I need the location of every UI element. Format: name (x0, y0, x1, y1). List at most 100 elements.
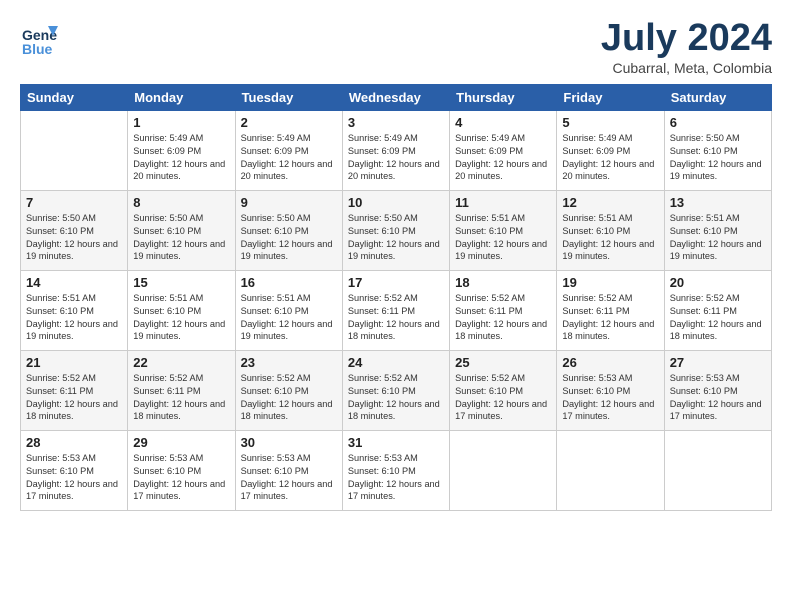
header-thursday: Thursday (450, 84, 557, 110)
day-number: 14 (26, 275, 122, 290)
day-number: 3 (348, 115, 444, 130)
day-info: Sunrise: 5:53 AM Sunset: 6:10 PM Dayligh… (241, 452, 337, 504)
calendar-week-row: 28 Sunrise: 5:53 AM Sunset: 6:10 PM Dayli… (21, 430, 772, 510)
table-row: 4 Sunrise: 5:49 AM Sunset: 6:09 PM Daylig… (450, 110, 557, 190)
day-info: Sunrise: 5:51 AM Sunset: 6:10 PM Dayligh… (455, 212, 551, 264)
table-row: 27Sunrise: 5:53 AM Sunset: 6:10 PM Dayli… (664, 350, 771, 430)
day-number: 28 (26, 435, 122, 450)
day-number: 15 (133, 275, 229, 290)
table-row: 12Sunrise: 5:51 AM Sunset: 6:10 PM Dayli… (557, 190, 664, 270)
table-row: 25 Sunrise: 5:52 AM Sunset: 6:10 PM Dayli… (450, 350, 557, 430)
header-wednesday: Wednesday (342, 84, 449, 110)
day-number: 16 (241, 275, 337, 290)
logo: General Blue (20, 18, 58, 56)
table-row: 7Sunrise: 5:50 AM Sunset: 6:10 PM Daylig… (21, 190, 128, 270)
table-row: 3 Sunrise: 5:49 AM Sunset: 6:09 PM Daylig… (342, 110, 449, 190)
day-number: 25 (455, 355, 551, 370)
day-number: 18 (455, 275, 551, 290)
day-number: 13 (670, 195, 766, 210)
day-info: Sunrise: 5:52 AM Sunset: 6:10 PM Dayligh… (348, 372, 444, 424)
table-row: 16 Sunrise: 5:51 AM Sunset: 6:10 PM Dayli… (235, 270, 342, 350)
table-row (450, 430, 557, 510)
table-row: 28 Sunrise: 5:53 AM Sunset: 6:10 PM Dayli… (21, 430, 128, 510)
header-tuesday: Tuesday (235, 84, 342, 110)
table-row: 5 Sunrise: 5:49 AM Sunset: 6:09 PM Daylig… (557, 110, 664, 190)
table-row: 6 Sunrise: 5:50 AM Sunset: 6:10 PM Daylig… (664, 110, 771, 190)
day-info: Sunrise: 5:49 AM Sunset: 6:09 PM Dayligh… (562, 132, 658, 184)
day-info: Sunrise: 5:53 AM Sunset: 6:10 PM Dayligh… (133, 452, 229, 504)
day-info: Sunrise: 5:51 AM Sunset: 6:10 PM Dayligh… (26, 292, 122, 344)
table-row: 20 Sunrise: 5:52 AM Sunset: 6:11 PM Dayli… (664, 270, 771, 350)
day-number: 26 (562, 355, 658, 370)
day-info: Sunrise: 5:49 AM Sunset: 6:09 PM Dayligh… (455, 132, 551, 184)
table-row: 19 Sunrise: 5:52 AM Sunset: 6:11 PM Dayli… (557, 270, 664, 350)
day-number: 27 (670, 355, 766, 370)
day-info: Sunrise: 5:52 AM Sunset: 6:11 PM Dayligh… (26, 372, 122, 424)
table-row: 31Sunrise: 5:53 AM Sunset: 6:10 PM Dayli… (342, 430, 449, 510)
day-number: 9 (241, 195, 337, 210)
calendar-week-row: 21Sunrise: 5:52 AM Sunset: 6:11 PM Dayli… (21, 350, 772, 430)
day-info: Sunrise: 5:52 AM Sunset: 6:11 PM Dayligh… (455, 292, 551, 344)
svg-text:Blue: Blue (22, 41, 53, 56)
day-number: 4 (455, 115, 551, 130)
day-info: Sunrise: 5:52 AM Sunset: 6:11 PM Dayligh… (670, 292, 766, 344)
calendar-header-row: Sunday Monday Tuesday Wednesday Thursday… (21, 84, 772, 110)
subtitle: Cubarral, Meta, Colombia (601, 60, 772, 76)
table-row: 2Sunrise: 5:49 AM Sunset: 6:09 PM Daylig… (235, 110, 342, 190)
table-row: 13 Sunrise: 5:51 AM Sunset: 6:10 PM Dayli… (664, 190, 771, 270)
day-info: Sunrise: 5:52 AM Sunset: 6:10 PM Dayligh… (455, 372, 551, 424)
page: General Blue July 2024 Cubarral, Meta, C… (0, 0, 792, 612)
day-number: 7 (26, 195, 122, 210)
table-row: 29 Sunrise: 5:53 AM Sunset: 6:10 PM Dayli… (128, 430, 235, 510)
table-row: 23 Sunrise: 5:52 AM Sunset: 6:10 PM Dayli… (235, 350, 342, 430)
day-number: 22 (133, 355, 229, 370)
table-row: 21Sunrise: 5:52 AM Sunset: 6:11 PM Dayli… (21, 350, 128, 430)
header-friday: Friday (557, 84, 664, 110)
day-number: 23 (241, 355, 337, 370)
day-number: 29 (133, 435, 229, 450)
day-number: 17 (348, 275, 444, 290)
day-number: 10 (348, 195, 444, 210)
table-row (664, 430, 771, 510)
header-monday: Monday (128, 84, 235, 110)
day-number: 20 (670, 275, 766, 290)
table-row: 9 Sunrise: 5:50 AM Sunset: 6:10 PM Daylig… (235, 190, 342, 270)
day-number: 31 (348, 435, 444, 450)
day-info: Sunrise: 5:50 AM Sunset: 6:10 PM Dayligh… (241, 212, 337, 264)
day-number: 1 (133, 115, 229, 130)
day-number: 24 (348, 355, 444, 370)
day-info: Sunrise: 5:50 AM Sunset: 6:10 PM Dayligh… (133, 212, 229, 264)
day-info: Sunrise: 5:49 AM Sunset: 6:09 PM Dayligh… (348, 132, 444, 184)
table-row: 11Sunrise: 5:51 AM Sunset: 6:10 PM Dayli… (450, 190, 557, 270)
day-number: 30 (241, 435, 337, 450)
day-number: 8 (133, 195, 229, 210)
day-info: Sunrise: 5:53 AM Sunset: 6:10 PM Dayligh… (562, 372, 658, 424)
table-row: 10Sunrise: 5:50 AM Sunset: 6:10 PM Dayli… (342, 190, 449, 270)
calendar-week-row: 1 Sunrise: 5:49 AM Sunset: 6:09 PM Daylig… (21, 110, 772, 190)
logo-icon: General Blue (20, 18, 58, 56)
table-row: 14 Sunrise: 5:51 AM Sunset: 6:10 PM Dayli… (21, 270, 128, 350)
day-number: 5 (562, 115, 658, 130)
title-block: July 2024 Cubarral, Meta, Colombia (601, 18, 772, 76)
table-row: 30 Sunrise: 5:53 AM Sunset: 6:10 PM Dayli… (235, 430, 342, 510)
day-info: Sunrise: 5:52 AM Sunset: 6:11 PM Dayligh… (562, 292, 658, 344)
table-row: 1Sunrise: 5:49 AM Sunset: 6:09 PM Daylig… (128, 110, 235, 190)
day-info: Sunrise: 5:51 AM Sunset: 6:10 PM Dayligh… (670, 212, 766, 264)
calendar-week-row: 7 Sunrise: 5:50 AM Sunset: 6:10 PM Daylig… (21, 190, 772, 270)
day-info: Sunrise: 5:52 AM Sunset: 6:11 PM Dayligh… (348, 292, 444, 344)
table-row: 8 Sunrise: 5:50 AM Sunset: 6:10 PM Daylig… (128, 190, 235, 270)
main-title: July 2024 (601, 18, 772, 60)
calendar-table: Sunday Monday Tuesday Wednesday Thursday… (20, 84, 772, 511)
day-info: Sunrise: 5:52 AM Sunset: 6:10 PM Dayligh… (241, 372, 337, 424)
table-row: 24 Sunrise: 5:52 AM Sunset: 6:10 PM Dayli… (342, 350, 449, 430)
day-number: 19 (562, 275, 658, 290)
day-info: Sunrise: 5:51 AM Sunset: 6:10 PM Dayligh… (241, 292, 337, 344)
table-row: 22Sunrise: 5:52 AM Sunset: 6:11 PM Dayli… (128, 350, 235, 430)
day-info: Sunrise: 5:50 AM Sunset: 6:10 PM Dayligh… (670, 132, 766, 184)
day-info: Sunrise: 5:51 AM Sunset: 6:10 PM Dayligh… (133, 292, 229, 344)
day-number: 6 (670, 115, 766, 130)
calendar-week-row: 14 Sunrise: 5:51 AM Sunset: 6:10 PM Dayli… (21, 270, 772, 350)
table-row: 26 Sunrise: 5:53 AM Sunset: 6:10 PM Dayli… (557, 350, 664, 430)
day-info: Sunrise: 5:53 AM Sunset: 6:10 PM Dayligh… (26, 452, 122, 504)
table-row: 15 Sunrise: 5:51 AM Sunset: 6:10 PM Dayli… (128, 270, 235, 350)
